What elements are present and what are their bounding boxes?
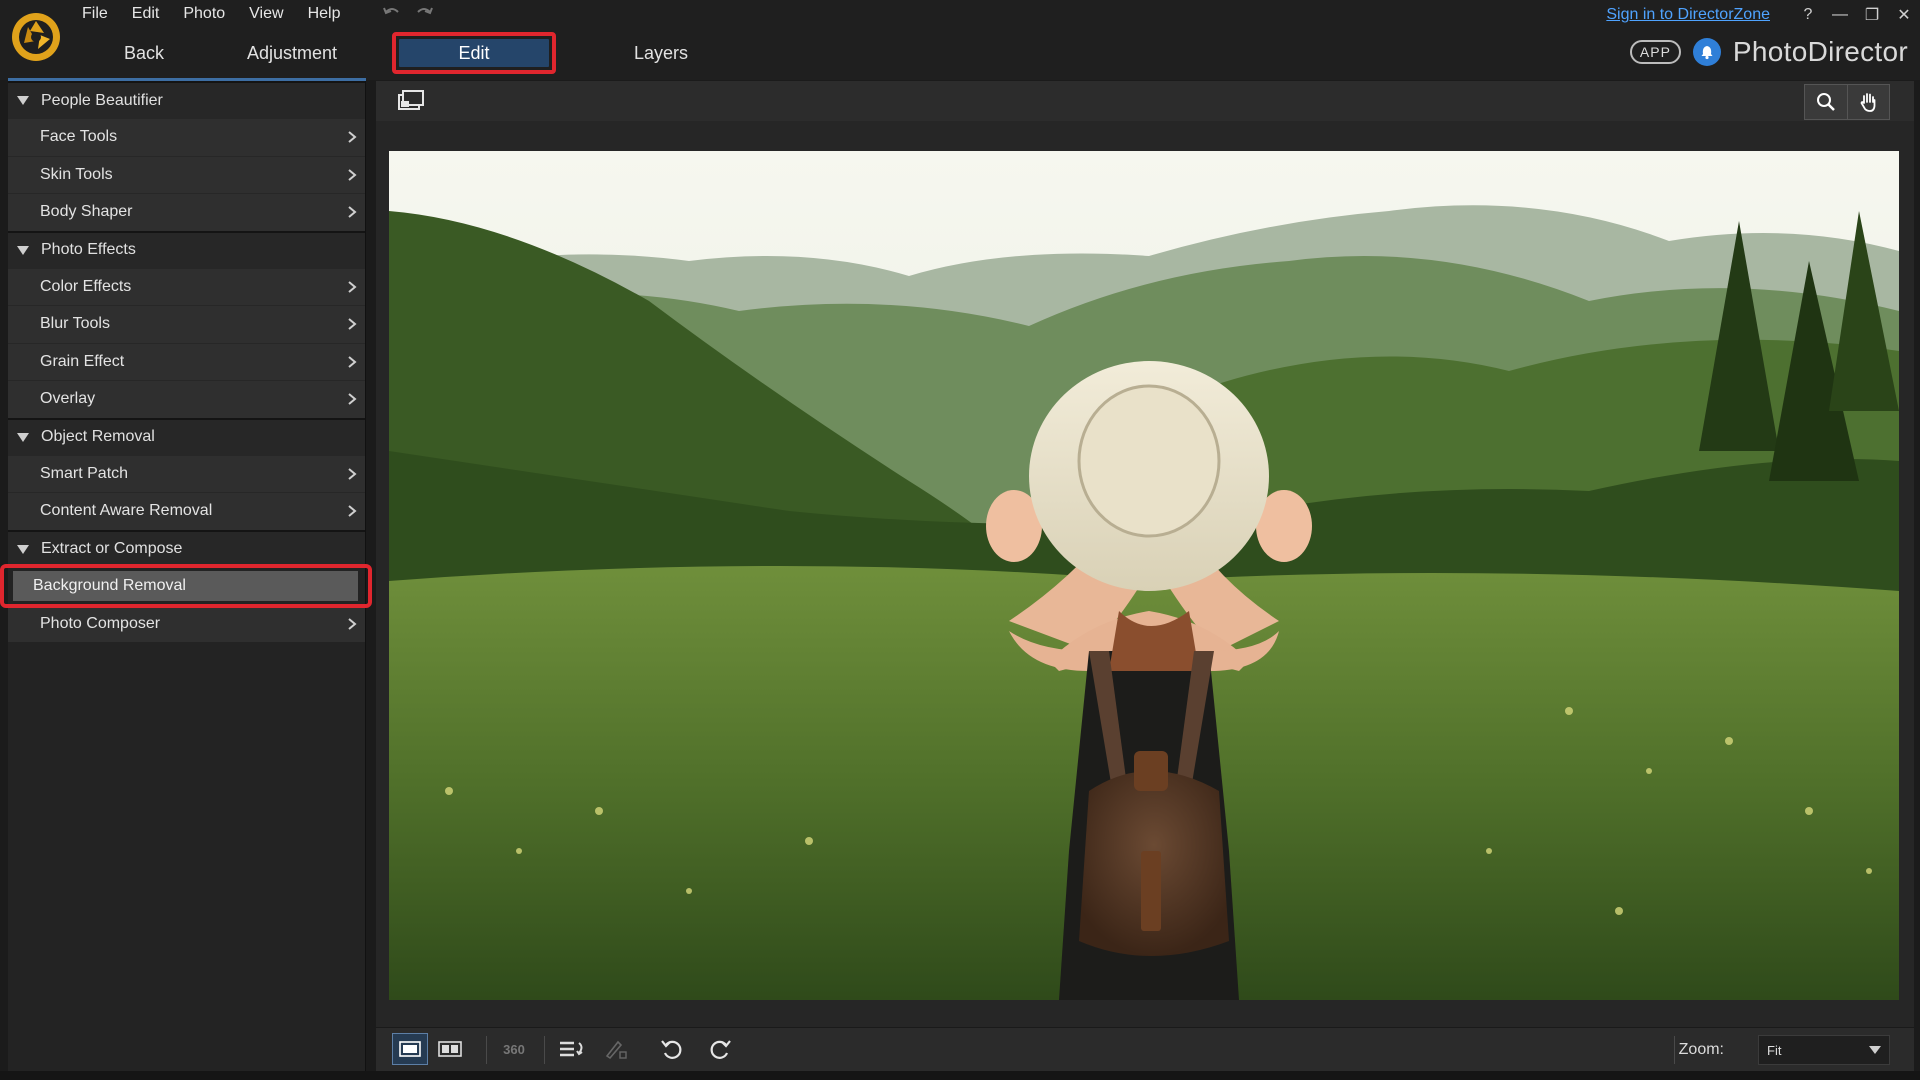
- menu-edit[interactable]: Edit: [120, 2, 172, 26]
- canvas-toolbar: [376, 81, 1914, 121]
- zoom-value: Fit: [1767, 1042, 1782, 1058]
- rotate-right-icon[interactable]: [702, 1033, 738, 1065]
- tool-content-aware-removal[interactable]: Content Aware Removal: [8, 492, 365, 530]
- tab-adjustment[interactable]: Adjustment: [194, 34, 390, 72]
- tool-label: Face Tools: [40, 128, 118, 146]
- chevron-right-icon: [348, 393, 357, 406]
- tool-smart-patch[interactable]: Smart Patch: [8, 454, 365, 492]
- hand-pan-icon[interactable]: [1847, 85, 1889, 119]
- tool-overlay[interactable]: Overlay: [8, 380, 365, 418]
- edit-tools-panel: People Beautifier Face Tools Skin Tools …: [0, 81, 372, 1071]
- view-tools: [1804, 84, 1890, 120]
- photo-image[interactable]: [389, 151, 1899, 1000]
- close-button[interactable]: ✕: [1888, 0, 1920, 30]
- section-object-removal[interactable]: Object Removal: [8, 417, 365, 455]
- brush-disabled-icon[interactable]: [598, 1033, 634, 1065]
- notification-bell-icon[interactable]: [1692, 38, 1721, 66]
- flip-icon[interactable]: [554, 1033, 590, 1065]
- tool-face-tools[interactable]: Face Tools: [8, 118, 365, 156]
- main-nav: Back Adjustment Edit Layers: [94, 32, 724, 74]
- tool-label: Grain Effect: [40, 352, 125, 370]
- compare-view-button[interactable]: [432, 1033, 468, 1065]
- tool-blur-tools[interactable]: Blur Tools: [8, 305, 365, 343]
- title-bar: File Edit Photo View Help Sign in to Dir…: [0, 0, 1920, 81]
- toolbar-separator: [544, 1036, 545, 1064]
- section-people-beautifier[interactable]: People Beautifier: [8, 81, 365, 118]
- menu-photo[interactable]: Photo: [171, 2, 237, 26]
- chevron-right-icon: [348, 467, 357, 480]
- compare-view-icon[interactable]: [396, 89, 426, 113]
- section-title: People Beautifier: [41, 91, 163, 109]
- tool-background-removal[interactable]: Background Removal: [13, 570, 358, 601]
- photodirector-logo: [12, 13, 60, 61]
- window-controls: Sign in to DirectorZone ? — ❐ ✕: [1606, 0, 1920, 30]
- tool-label: Photo Composer: [40, 614, 161, 632]
- tool-label: Background Removal: [33, 576, 186, 594]
- collapse-caret-icon: [17, 245, 29, 255]
- chevron-right-icon: [348, 131, 357, 144]
- section-title: Photo Effects: [41, 241, 136, 258]
- background-removal-highlight: Background Removal: [0, 563, 372, 608]
- section-title: Extract or Compose: [41, 540, 183, 557]
- tool-body-shaper[interactable]: Body Shaper: [8, 193, 365, 231]
- tab-layers[interactable]: Layers: [598, 34, 724, 72]
- landscape-photo: [389, 151, 1899, 1000]
- tool-label: Skin Tools: [40, 165, 113, 183]
- tab-edit[interactable]: Edit: [399, 39, 549, 67]
- redo-icon[interactable]: [412, 2, 436, 26]
- menu-bar: File Edit Photo View Help: [70, 2, 352, 26]
- toolbar-separator: [486, 1036, 487, 1064]
- chevron-right-icon: [348, 280, 357, 293]
- tool-color-effects[interactable]: Color Effects: [8, 267, 365, 305]
- tab-edit-highlight: Edit: [392, 32, 556, 74]
- sign-in-link[interactable]: Sign in to DirectorZone: [1606, 6, 1770, 24]
- view-360-button[interactable]: 360: [496, 1033, 532, 1065]
- section-photo-effects[interactable]: Photo Effects: [8, 230, 365, 268]
- chevron-right-icon: [348, 318, 357, 331]
- bottom-toolbar: 360 Zoom: Fit: [376, 1027, 1914, 1071]
- collapse-caret-icon: [17, 96, 29, 105]
- tab-back[interactable]: Back: [94, 34, 194, 72]
- chevron-right-icon: [348, 168, 357, 181]
- restore-button[interactable]: ❐: [1856, 0, 1888, 30]
- undo-redo-group: [380, 2, 436, 26]
- single-view-button[interactable]: [392, 1033, 428, 1065]
- minimize-button[interactable]: —: [1824, 0, 1856, 30]
- tool-label: Blur Tools: [40, 315, 110, 333]
- tool-photo-composer[interactable]: Photo Composer: [8, 604, 365, 642]
- menu-file[interactable]: File: [70, 2, 120, 26]
- toolbar-separator: [1674, 1036, 1675, 1064]
- brand-name: PhotoDirector: [1732, 36, 1908, 67]
- section-extract-or-compose[interactable]: Extract or Compose: [8, 529, 365, 567]
- rotate-left-icon[interactable]: [654, 1033, 690, 1065]
- tool-label: Smart Patch: [40, 464, 129, 482]
- chevron-right-icon: [348, 355, 357, 368]
- photo-canvas-area: 360 Zoom: Fit: [376, 81, 1914, 1071]
- collapse-caret-icon: [17, 544, 29, 554]
- zoom-dropdown[interactable]: Fit: [1758, 1035, 1890, 1065]
- tool-label: Content Aware Removal: [40, 502, 213, 520]
- tool-label: Color Effects: [40, 277, 132, 295]
- help-icon[interactable]: ?: [1792, 0, 1824, 30]
- undo-icon[interactable]: [380, 2, 404, 26]
- section-title: Object Removal: [41, 428, 155, 445]
- chevron-right-icon: [348, 505, 357, 518]
- tool-grain-effect[interactable]: Grain Effect: [8, 342, 365, 380]
- zoom-label: Zoom:: [1678, 1041, 1724, 1058]
- window-bottom-edge: [0, 1071, 1920, 1080]
- chevron-down-icon: [1869, 1046, 1881, 1054]
- chevron-right-icon: [348, 617, 357, 630]
- tool-label: Overlay: [40, 390, 96, 408]
- tool-skin-tools[interactable]: Skin Tools: [8, 155, 365, 193]
- menu-help[interactable]: Help: [296, 2, 353, 26]
- menu-view[interactable]: View: [237, 2, 295, 26]
- magnifier-icon[interactable]: [1805, 85, 1847, 119]
- brand-area: APP PhotoDirector: [1629, 36, 1908, 68]
- collapse-caret-icon: [17, 432, 29, 442]
- app-badge[interactable]: APP: [1629, 40, 1681, 64]
- tool-label: Body Shaper: [40, 203, 133, 221]
- chevron-right-icon: [348, 206, 357, 219]
